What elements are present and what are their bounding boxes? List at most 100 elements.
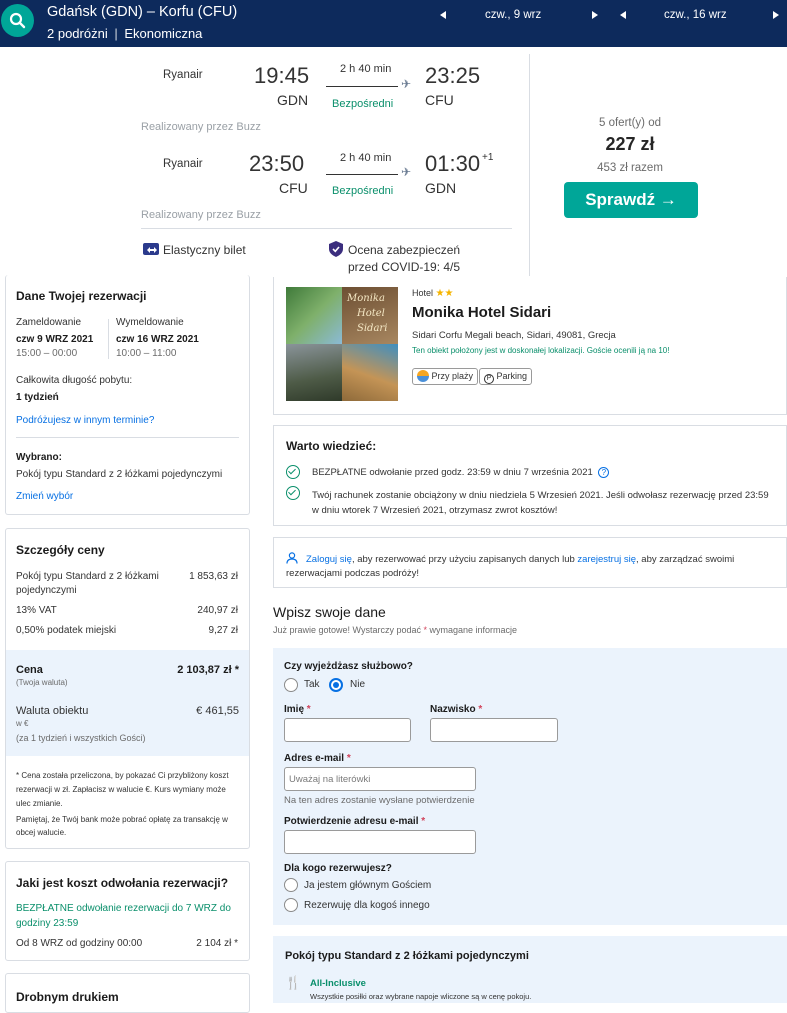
route-title[interactable]: Gdańsk (GDN) – Korfu (CFU): [47, 4, 237, 20]
shield-icon: [328, 240, 344, 263]
business-yes-label: Tak: [304, 679, 320, 690]
checkout-label: Wymeldowanie: [116, 317, 184, 328]
email-confirm-field[interactable]: [284, 830, 476, 854]
note-line: obcej walucie.: [16, 828, 67, 837]
hotel-name[interactable]: Monika Hotel Sidari: [412, 304, 551, 321]
plane-icon: ✈: [401, 77, 412, 91]
panel-title: Drobnym drukiem: [16, 990, 119, 1004]
property-type-label: Hotel: [412, 288, 434, 298]
stops-label: Bezpośredni: [332, 185, 394, 197]
parking-icon: P: [484, 374, 494, 384]
change-selection-link[interactable]: Zmień wybór: [16, 491, 73, 502]
plane-icon: ✈: [401, 165, 412, 179]
last-name-input[interactable]: [430, 718, 558, 742]
divider: [16, 437, 239, 438]
property-currency-value: € 461,55: [196, 705, 239, 717]
checkin-time: 15:00 – 00:00: [16, 348, 78, 359]
price-row-label: Pokój typu Standard z 2 łóżkami: [16, 571, 159, 582]
other-guest-radio[interactable]: [284, 898, 298, 912]
divider: [108, 319, 109, 359]
search-icon[interactable]: [1, 4, 34, 37]
user-icon: [286, 551, 298, 569]
form-subtitle-text: wymagane informacje: [427, 625, 518, 635]
route-line: [326, 86, 398, 87]
checkout-time: 10:00 – 11:00: [116, 348, 177, 359]
price-row-value: 1 853,63 zł: [189, 571, 238, 582]
selected-label: Wybrano:: [16, 452, 62, 463]
good-to-know-panel: Warto wiedzieć: BEZPŁATNE odwołanie prze…: [273, 425, 787, 526]
fine-print-panel: Drobnym drukiem: [5, 973, 250, 1013]
total-price-sub: (Twoja waluta): [16, 678, 68, 687]
email-field[interactable]: Uważaj na literówki: [284, 767, 476, 791]
property-currency-sub: w €: [16, 719, 29, 728]
first-name-input[interactable]: [284, 718, 411, 742]
price-row-value: 240,97 zł: [197, 605, 238, 616]
cancellation-fee-value: 2 104 zł *: [196, 938, 238, 949]
arrival-time: 23:25: [425, 63, 481, 88]
guest-details-form: Czy wyjeżdżasz służbowo? Tak Nie Imię * …: [273, 648, 787, 925]
divider: [141, 228, 512, 229]
panel-title: Jaki jest koszt odwołania rezerwacji?: [16, 876, 229, 890]
next-return-date-icon[interactable]: [773, 11, 779, 19]
checkin-date: czw 9 WRZ 2021: [16, 334, 94, 345]
login-text: Zaloguj się, aby rezerwować przy użyciu …: [306, 552, 734, 568]
main-guest-radio[interactable]: [284, 878, 298, 892]
info-icon[interactable]: ?: [598, 467, 610, 478]
hotel-photo-text: Monika: [347, 293, 385, 304]
first-name-text: Imię: [284, 704, 305, 715]
note-line: ulec zmianie.: [16, 799, 63, 808]
beach-icon: [417, 370, 429, 382]
form-subtitle-text: Już prawie gotowe! Wystarczy podać: [273, 625, 424, 635]
beach-badge-label: Przy plaży: [431, 371, 474, 381]
meal-plan-desc: Wszystkie posiłki oraz wybrane napoje wl…: [310, 992, 532, 1001]
stay-length-label: Całkowita długość pobytu:: [16, 375, 133, 386]
required-star: *: [346, 753, 351, 764]
hotel-photo[interactable]: [286, 344, 342, 401]
prev-outbound-date-icon[interactable]: [440, 11, 446, 19]
note-line: Pamiętaj, że Twój bank może pobrać opłat…: [16, 815, 228, 824]
business-no-radio[interactable]: [329, 678, 343, 692]
hotel-address: Sidari Corfu Megali beach, Sidari, 49081…: [412, 330, 616, 341]
booking-for-question: Dla kogo rezerwujesz?: [284, 863, 392, 874]
checkin-label: Zameldowanie: [16, 317, 82, 328]
price-summary-box: Cena (Twoja waluta) 2 103,87 zł * Waluta…: [6, 650, 249, 756]
operated-by: Realizowany przez Buzz: [141, 121, 261, 133]
login-prompt: Zaloguj się, aby rezerwować przy użyciu …: [273, 537, 787, 588]
business-yes-radio[interactable]: [284, 678, 298, 692]
outbound-date[interactable]: czw., 9 wrz: [485, 9, 541, 21]
return-date[interactable]: czw., 16 wrz: [664, 9, 727, 21]
required-star: *: [421, 816, 426, 827]
note-line: rezerwacji w zł. Zapłacisz w walucie €. …: [16, 785, 226, 794]
airline-name: Ryanair: [163, 158, 203, 170]
parking-badge-label: Parking: [496, 371, 528, 381]
panel-title: Dane Twojej rezerwacji: [16, 289, 147, 303]
day-offset: +1: [482, 152, 494, 163]
login-link[interactable]: Zaloguj się: [306, 554, 352, 565]
departure-airport: GDN: [277, 92, 309, 108]
selected-room: Pokój typu Standard z 2 łóżkami pojedync…: [16, 469, 223, 480]
flight-duration: 2 h 40 min: [340, 152, 392, 164]
register-link[interactable]: zarejestruj się: [577, 554, 636, 565]
star-rating-icon: ★★: [435, 288, 454, 299]
meal-plan: All-Inclusive: [310, 978, 366, 989]
email-text: Adres e-mail: [284, 753, 345, 764]
room-panel: Pokój typu Standard z 2 łóżkami pojedync…: [273, 936, 787, 1003]
main-guest-label: Ja jestem głównym Gościem: [304, 880, 432, 891]
hotel-photo-text: Sidari: [357, 323, 388, 334]
hotel-photo[interactable]: Monika Hotel Sidari: [342, 287, 398, 344]
email-confirm-label: Potwierdzenie adresu e-mail *: [284, 816, 425, 827]
email-confirm-text: Potwierdzenie adresu e-mail: [284, 816, 419, 827]
arrival-time: 01:30: [425, 151, 481, 176]
next-outbound-date-icon[interactable]: [592, 11, 598, 19]
prev-return-date-icon[interactable]: [620, 11, 626, 19]
bank-fee-note: Pamiętaj, że Twój bank może pobrać opłat…: [16, 813, 228, 839]
hotel-photo[interactable]: [286, 287, 342, 344]
offers-count: 5 ofert(y) od: [599, 117, 661, 129]
required-star: *: [478, 704, 483, 715]
other-dates-link[interactable]: Podróżujesz w innym terminie?: [16, 415, 154, 426]
currency-note: * Cena została przeliczona, by pokazać C…: [16, 769, 229, 811]
travelers-summary[interactable]: 2 podróżni | Ekonomiczna: [47, 26, 202, 41]
good-to-know-text: Twój rachunek zostanie obciążony w dniu …: [312, 490, 769, 501]
hotel-photo[interactable]: [342, 344, 398, 401]
check-offer-button[interactable]: Sprawdź →: [564, 182, 698, 218]
